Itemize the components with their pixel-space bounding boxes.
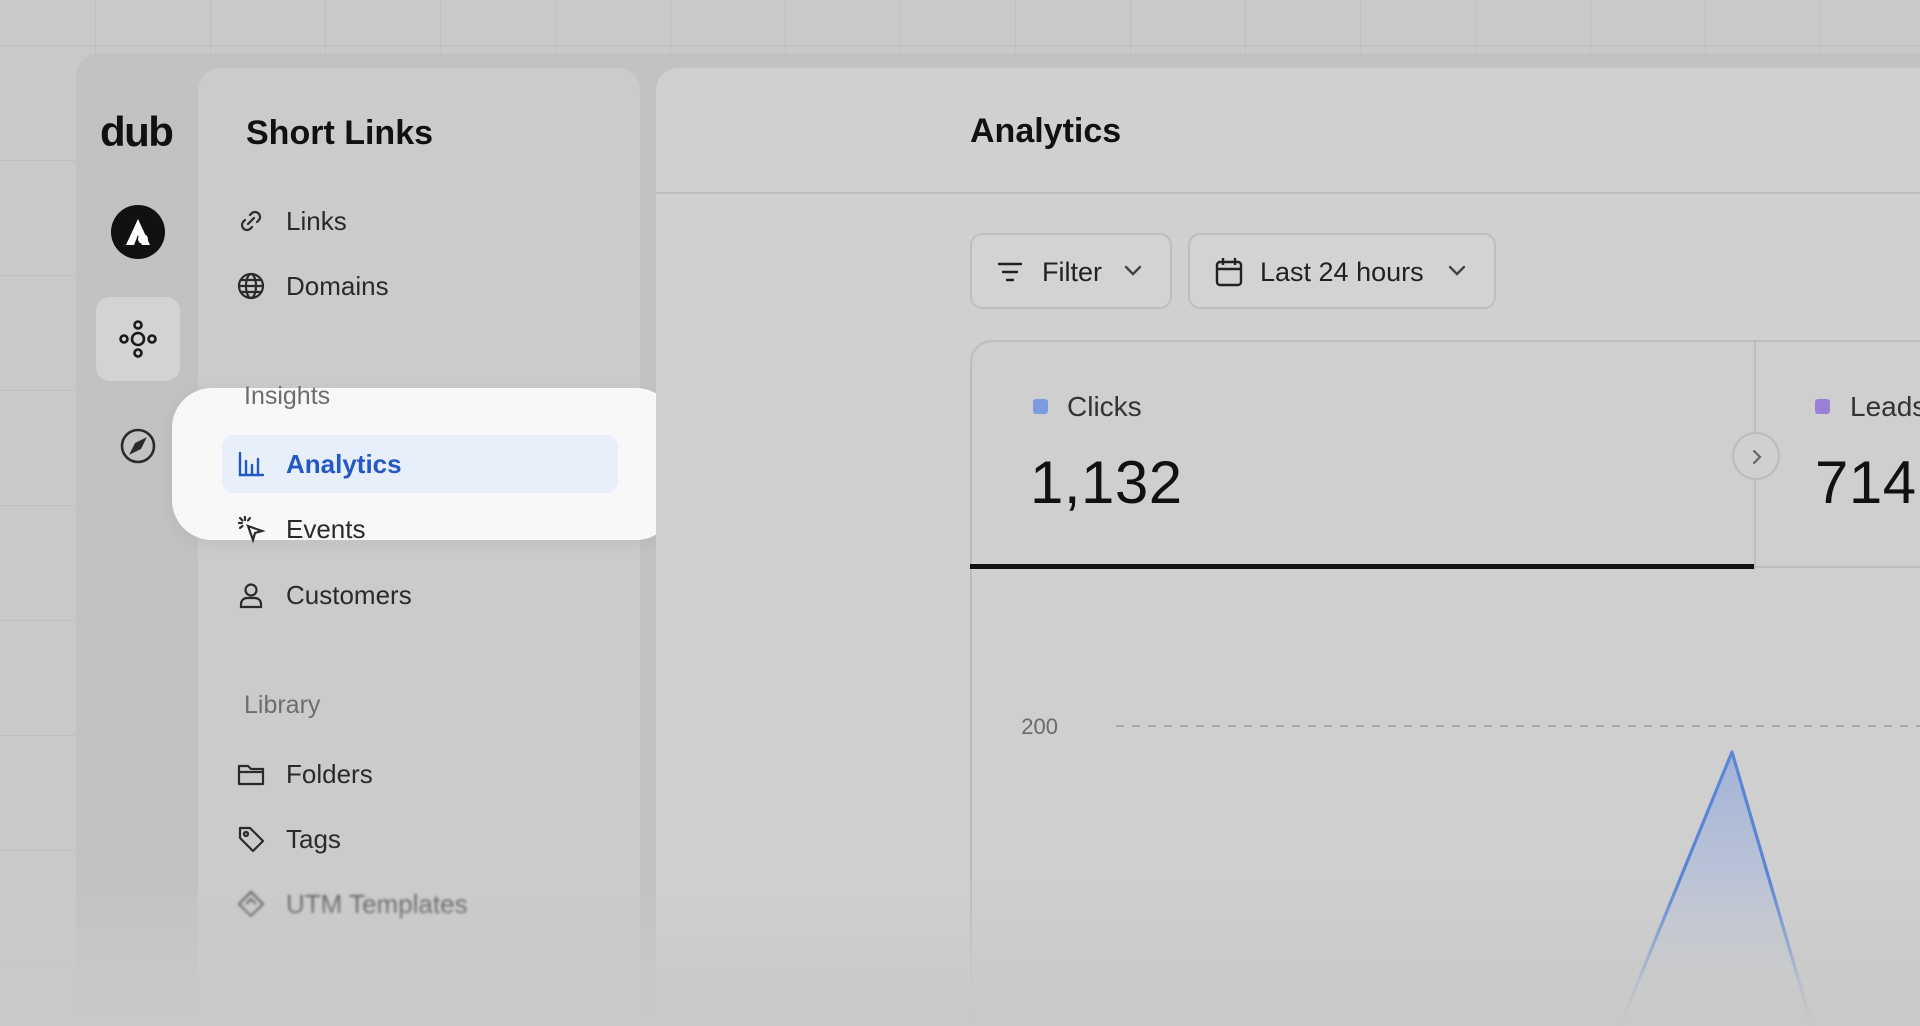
next-metric-button[interactable] <box>1732 432 1780 480</box>
explore-rail-button[interactable] <box>96 404 180 488</box>
sidebar-item-utm-templates[interactable]: UTM Templates <box>222 875 618 933</box>
calendar-icon <box>1215 258 1243 287</box>
sidebar-title: Short Links <box>246 114 434 152</box>
workspace-avatar[interactable] <box>111 205 165 259</box>
metric-active-indicator <box>970 564 1754 569</box>
sidebar-item-folders[interactable]: Folders <box>222 745 618 803</box>
insights-section-label: Insights <box>244 382 331 410</box>
chevron-down-icon <box>1124 265 1142 276</box>
sidebar-item-label: Customers <box>286 580 412 610</box>
sidebar-item-label: Events <box>286 514 366 544</box>
sidebar-item-events[interactable]: Events <box>222 500 618 558</box>
date-range-label: Last 24 hours <box>1260 257 1424 287</box>
filter-icon <box>997 262 1023 282</box>
sidebar-item-label: Tags <box>286 824 341 854</box>
short-links-rail-button[interactable] <box>96 297 180 381</box>
filter-button[interactable]: Filter <box>970 233 1172 309</box>
globe-icon <box>237 272 265 300</box>
metric-label: Clicks <box>1067 391 1142 422</box>
metric-label: Leads <box>1850 391 1920 422</box>
sidebar-item-label: Analytics <box>286 449 402 479</box>
sidebar-item-tags[interactable]: Tags <box>222 810 618 868</box>
sidebar-item-label: Links <box>286 206 347 236</box>
chevron-down-icon <box>1448 265 1466 276</box>
bar-chart-icon <box>238 451 265 477</box>
dub-logo[interactable]: dub <box>100 108 174 156</box>
y-tick-label: 200 <box>1021 714 1058 739</box>
link-icon <box>240 210 262 232</box>
user-icon <box>239 583 263 609</box>
tag-icon <box>238 826 265 853</box>
diamond-icon <box>237 890 265 918</box>
library-section-label: Library <box>244 691 321 719</box>
sidebar-item-label: Domains <box>286 271 389 301</box>
sidebar-item-label: Folders <box>286 759 373 789</box>
clicks-chart: 200 <box>1021 714 1920 1026</box>
sidebar-item-customers[interactable]: Customers <box>222 566 618 624</box>
metric-value: 1,132 <box>1030 449 1183 516</box>
main-header <box>656 68 1920 194</box>
clicks-color-dot <box>1033 399 1048 414</box>
sidebar-item-label: UTM Templates <box>286 889 468 919</box>
folder-icon <box>237 764 265 786</box>
network-icon <box>119 320 157 358</box>
page-title: Analytics <box>970 112 1122 150</box>
date-range-picker[interactable]: Last 24 hours <box>1188 233 1496 309</box>
sidebar-item-analytics[interactable]: Analytics <box>222 435 618 493</box>
compass-icon <box>120 428 156 464</box>
metric-value: 714 <box>1815 449 1917 516</box>
cursor-rays-icon <box>237 515 266 544</box>
chevron-right-icon <box>1752 449 1762 465</box>
filter-label: Filter <box>1042 257 1102 287</box>
sidebar-item-domains[interactable]: Domains <box>222 257 618 315</box>
leads-color-dot <box>1815 399 1830 414</box>
sidebar-item-links[interactable]: Links <box>222 192 618 250</box>
